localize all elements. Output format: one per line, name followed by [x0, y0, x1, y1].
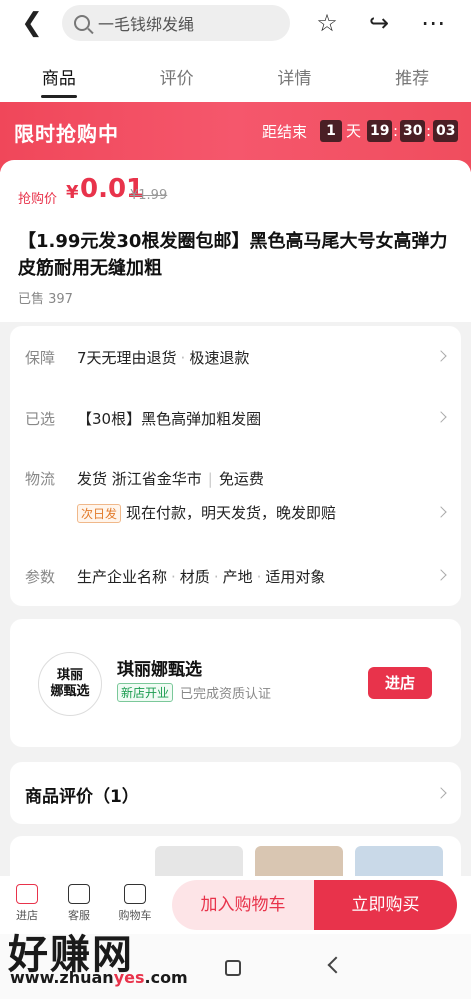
- search-input[interactable]: 一毛钱绑发绳: [62, 5, 290, 41]
- chevron-right-icon: [435, 787, 447, 799]
- tab-reviews[interactable]: 评价: [118, 46, 236, 102]
- price-currency: ¥: [66, 182, 79, 203]
- selected-label: 已选: [25, 410, 56, 428]
- store-icon: [16, 884, 38, 904]
- shop-name[interactable]: 琪丽娜甄选: [117, 655, 202, 680]
- countdown-label: 距结束: [262, 123, 308, 141]
- countdown-days-unit: 天: [346, 122, 362, 140]
- home-square-icon[interactable]: [225, 960, 241, 976]
- product-summary: 抢购价 ¥ 0.01 ¥1.99 【1.99元发30根发圈包邮】黑色高马尾大号女…: [0, 160, 471, 322]
- buy-now-button[interactable]: 立即购买: [314, 880, 457, 930]
- countdown-days: 1: [320, 120, 342, 142]
- customer-service-button[interactable]: 客服: [56, 884, 102, 923]
- countdown-separator: :: [393, 122, 399, 140]
- shipping-row[interactable]: 物流 发货 浙江省金华市 | 免运费 次日发 现在付款，明天发货，晚发即赔: [10, 454, 461, 544]
- reviews-section[interactable]: 商品评价（1）: [10, 762, 461, 824]
- shipping-promise: 次日发 现在付款，明天发货，晚发即赔: [77, 502, 336, 523]
- selected-value: 【30根】黑色高弹加粗发圈: [77, 410, 262, 428]
- more-icon[interactable]: ⋯: [418, 8, 448, 38]
- shop-logo[interactable]: 琪丽 娜甄选: [38, 652, 102, 716]
- enter-shop-button[interactable]: 进店: [368, 667, 432, 699]
- guarantee-label: 保障: [25, 349, 56, 367]
- original-price: ¥1.99: [130, 188, 168, 203]
- favorite-star-icon[interactable]: ☆: [312, 8, 342, 38]
- shipping-origin: 发货 浙江省金华市 | 免运费: [77, 470, 264, 488]
- shipping-label: 物流: [25, 470, 56, 488]
- verified-text: 已完成资质认证: [180, 687, 272, 702]
- new-shop-badge: 新店开业: [117, 683, 174, 702]
- countdown-minutes: 30: [400, 120, 426, 142]
- product-info-card: 保障 7天无理由退货 · 极速退款 已选 【30根】黑色高弹加粗发圈 物流 发货 浙…: [10, 326, 461, 606]
- product-title: 【1.99元发30根发圈包邮】黑色高马尾大号女高弹力皮筋耐用无缝加粗: [18, 231, 448, 279]
- chevron-right-icon: [435, 506, 447, 518]
- back-icon[interactable]: ❮: [12, 0, 52, 46]
- cart-icon: [124, 884, 146, 904]
- params-value: 生产企业名称 · 材质 · 产地 · 适用对象: [77, 568, 326, 586]
- watermark-url: www.zhuanyes.com: [10, 968, 188, 987]
- guarantee-value: 7天无理由退货 · 极速退款: [77, 349, 250, 367]
- params-row[interactable]: 参数 生产企业名称 · 材质 · 产地 · 适用对象: [10, 552, 461, 606]
- chevron-right-icon: [435, 411, 447, 423]
- shop-nav-button[interactable]: 进店: [4, 884, 50, 923]
- top-bar: ❮ 一毛钱绑发绳 ☆ ↪ ⋯: [0, 0, 471, 46]
- add-to-cart-button[interactable]: 加入购物车: [172, 880, 314, 930]
- tab-bar: 商品 评价 详情 推荐: [0, 46, 471, 102]
- countdown-seconds: 03: [433, 120, 459, 142]
- reviews-title: 商品评价（1）: [25, 787, 139, 807]
- shop-card: 琪丽 娜甄选 琪丽娜甄选 新店开业 已完成资质认证 进店: [10, 619, 461, 747]
- tab-recommend[interactable]: 推荐: [353, 46, 471, 102]
- chevron-right-icon: [435, 350, 447, 362]
- sold-count: 已售 397: [18, 292, 73, 307]
- next-day-tag: 次日发: [77, 504, 122, 523]
- countdown-separator: :: [426, 122, 432, 140]
- params-label: 参数: [25, 568, 56, 586]
- share-icon[interactable]: ↪: [364, 8, 394, 38]
- search-placeholder: 一毛钱绑发绳: [98, 15, 195, 34]
- chevron-right-icon: [435, 569, 447, 581]
- cart-button[interactable]: 购物车: [112, 884, 158, 923]
- chat-icon: [68, 884, 90, 904]
- back-triangle-icon[interactable]: [327, 956, 345, 974]
- tab-product[interactable]: 商品: [0, 46, 118, 102]
- selected-sku-row[interactable]: 已选 【30根】黑色高弹加粗发圈: [10, 386, 461, 446]
- guarantee-row[interactable]: 保障 7天无理由退货 · 极速退款: [10, 326, 461, 386]
- search-icon: [74, 15, 90, 31]
- countdown-hours: 19: [367, 120, 393, 142]
- price-label: 抢购价: [18, 192, 58, 207]
- flash-sale-title: 限时抢购中: [14, 122, 119, 146]
- tab-details[interactable]: 详情: [236, 46, 354, 102]
